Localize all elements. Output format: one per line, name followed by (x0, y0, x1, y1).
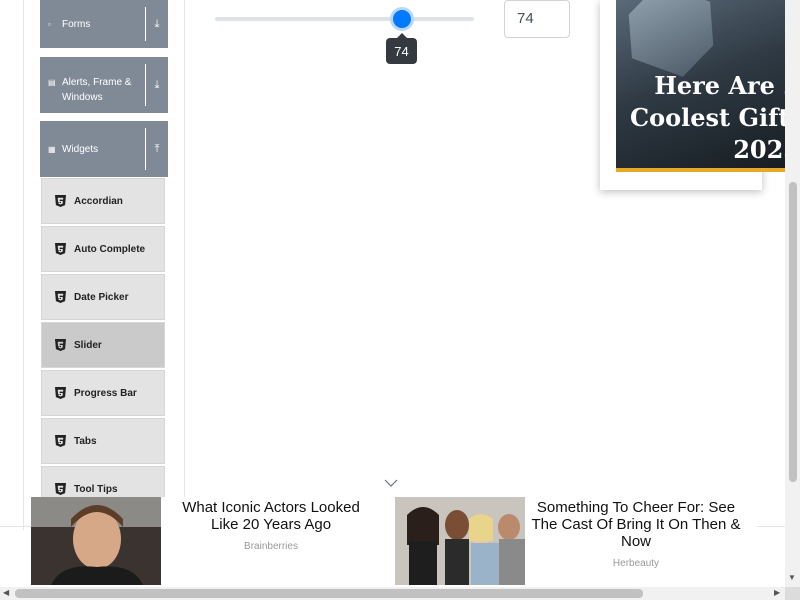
scroll-down-icon[interactable]: ▼ (788, 573, 796, 582)
scroll-right-icon[interactable]: ▶ (774, 588, 780, 597)
slider-thumb[interactable] (390, 7, 414, 31)
window-icon: ▤ (48, 78, 56, 87)
upload-icon[interactable]: ⤒ (146, 121, 168, 177)
html5-icon (55, 435, 66, 447)
sidebar-group-label: Forms (62, 18, 91, 30)
sidebar-item-auto-complete[interactable]: Auto Complete (41, 226, 165, 272)
sidebar-item-label: Date Picker (74, 291, 129, 303)
sidebar-item-slider[interactable]: Slider (41, 322, 165, 368)
sidebar-item-progress-bar[interactable]: Progress Bar (41, 370, 165, 416)
html5-icon (55, 243, 66, 255)
slider-tooltip: 74 (386, 33, 417, 64)
slider-value-input[interactable]: 74 (504, 0, 570, 38)
sidebar-group-alerts[interactable]: ▤ Alerts, Frame & Windows ⤓ (40, 57, 168, 113)
download-icon[interactable]: ⤓ (146, 0, 168, 48)
sidebar-item-label: Tool Tips (74, 483, 118, 495)
scrollbar-thumb[interactable] (789, 182, 797, 482)
sidebar-item-date-picker[interactable]: Date Picker (41, 274, 165, 320)
ad-thumbnail[interactable] (395, 497, 525, 585)
scroll-left-icon[interactable]: ◀ (3, 588, 9, 597)
bottom-ad-bar: What Iconic Actors Looked Like 20 Years … (31, 497, 757, 585)
vertical-scrollbar[interactable]: ▼ (785, 0, 800, 587)
html5-icon (55, 195, 66, 207)
sidebar-group-widgets[interactable]: ▦ Widgets ⤒ (40, 121, 168, 177)
html5-icon (55, 339, 66, 351)
scrollbar-thumb[interactable] (15, 589, 643, 598)
ad-headline-line: Here Are 2 (654, 71, 800, 100)
widgets-grid-icon: ▦ (48, 144, 56, 154)
ad-source: Herbeauty (612, 558, 660, 569)
sidebar-item-accordian[interactable]: Accordian (41, 178, 165, 224)
sidebar-item-label: Slider (74, 339, 102, 351)
ad-headline[interactable]: Something To Cheer For: See The Cast Of … (528, 499, 744, 550)
sidebar-group-label: Widgets (62, 143, 99, 155)
sidebar-item-label: Auto Complete (74, 243, 146, 255)
form-icon: ▫ (48, 19, 51, 29)
ad-headline-line: Coolest Gifts (630, 103, 800, 132)
html5-icon (55, 291, 66, 303)
ad-source: Brainberries (244, 541, 298, 552)
chevron-down-icon[interactable] (384, 478, 398, 488)
sidebar-group-label: Alerts, Frame & Windows (62, 77, 132, 103)
download-icon[interactable]: ⤓ (146, 57, 168, 113)
ad-thumbnail[interactable] (31, 497, 161, 585)
sidebar-item-label: Progress Bar (74, 387, 137, 399)
sidebar-group-forms[interactable]: ▫ Forms ⤓ (40, 0, 168, 48)
ad-headline[interactable]: Here Are 2 Coolest Gifts 2023 (630, 70, 800, 166)
horizontal-scrollbar[interactable]: ◀ ▶ (0, 587, 785, 600)
html5-icon (55, 483, 66, 495)
sidebar-item-label: Tabs (74, 435, 97, 447)
sidebar-item-label: Accordian (74, 195, 123, 207)
slider-track[interactable] (215, 17, 474, 21)
sidebar-item-tabs[interactable]: Tabs (41, 418, 165, 464)
ad-headline-line: 2023 (733, 135, 800, 164)
page: ▫ Forms ⤓ ▤ Alerts, Frame & Windows ⤓ ▦ … (0, 0, 800, 600)
ad-headline[interactable]: What Iconic Actors Looked Like 20 Years … (171, 499, 371, 533)
html5-icon (55, 387, 66, 399)
